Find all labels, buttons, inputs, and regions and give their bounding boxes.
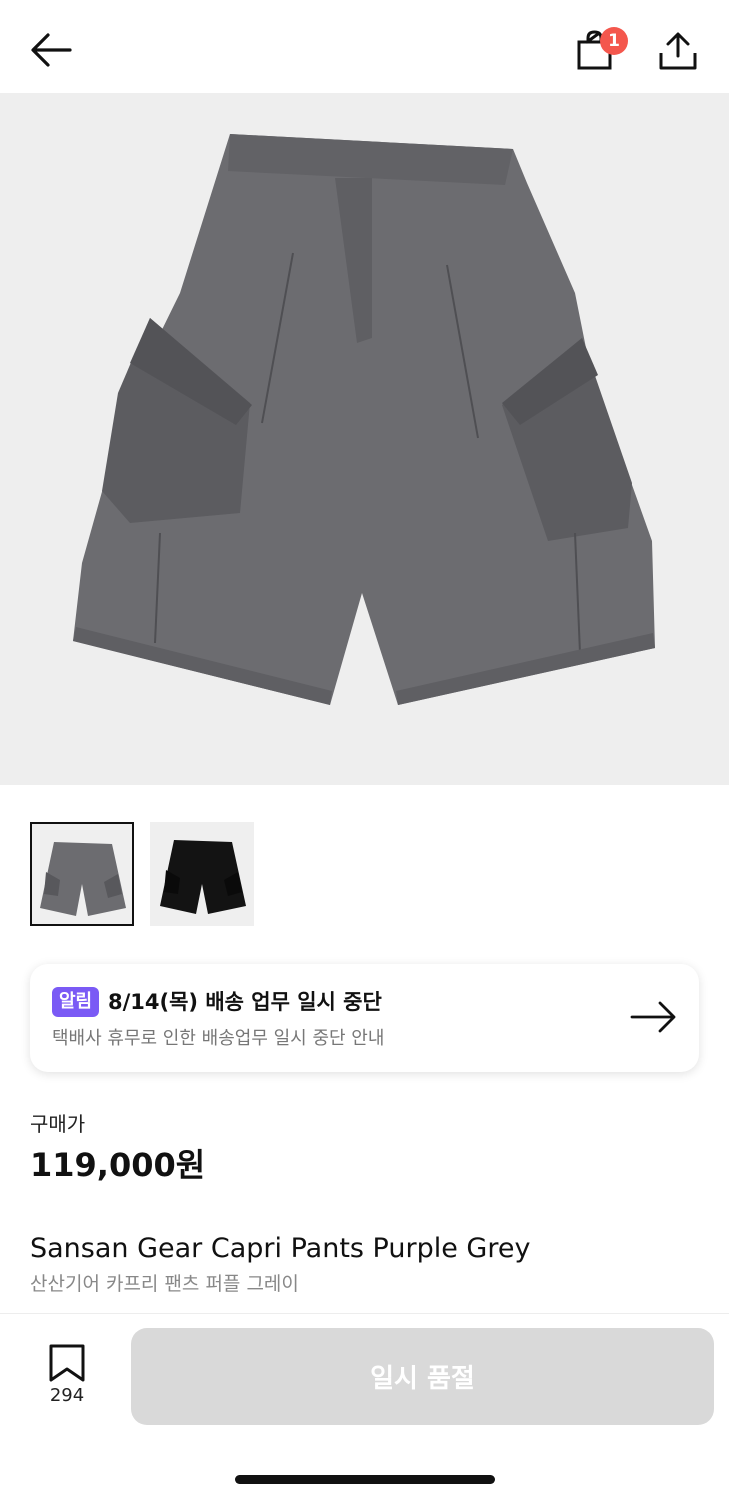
product-name-english: Sansan Gear Capri Pants Purple Grey <box>30 1233 531 1264</box>
cart-count-badge: 1 <box>600 27 628 55</box>
notice-tag: 알림 <box>52 987 100 1017</box>
arrow-right-icon <box>630 1001 676 1033</box>
share-icon <box>659 32 697 70</box>
notice-title: 8/14(목) 배송 업무 일시 중단 <box>108 990 382 1014</box>
notice-arrow-button[interactable] <box>628 994 680 1040</box>
shipping-notice-banner[interactable]: 알림 8/14(목) 배송 업무 일시 중단 택배사 휴무로 인한 배송업무 일… <box>30 964 699 1072</box>
home-indicator <box>235 1475 495 1484</box>
top-nav-bar: 1 <box>0 0 729 93</box>
price-label: 구매가 <box>30 1112 86 1136</box>
product-photo-icon <box>73 134 655 705</box>
notice-subtitle: 택배사 휴무로 인한 배송업무 일시 중단 안내 <box>52 1028 385 1049</box>
thumbnail-black[interactable] <box>150 822 254 926</box>
back-button[interactable] <box>24 26 76 78</box>
thumbnail-black-shorts-icon <box>160 840 246 914</box>
thumbnail-grey[interactable] <box>30 822 134 926</box>
sold-out-button[interactable]: 일시 품절 <box>131 1328 714 1425</box>
product-name-korean: 산산기어 카프리 팬츠 퍼플 그레이 <box>30 1273 299 1295</box>
bookmark-icon <box>49 1344 85 1382</box>
product-image[interactable] <box>0 93 729 785</box>
arrow-left-icon <box>31 33 72 67</box>
bookmark-count: 294 <box>49 1385 85 1406</box>
price-value: 119,000원 <box>30 1146 206 1184</box>
thumbnail-grey-shorts-icon <box>40 842 126 916</box>
share-button[interactable] <box>654 26 702 78</box>
